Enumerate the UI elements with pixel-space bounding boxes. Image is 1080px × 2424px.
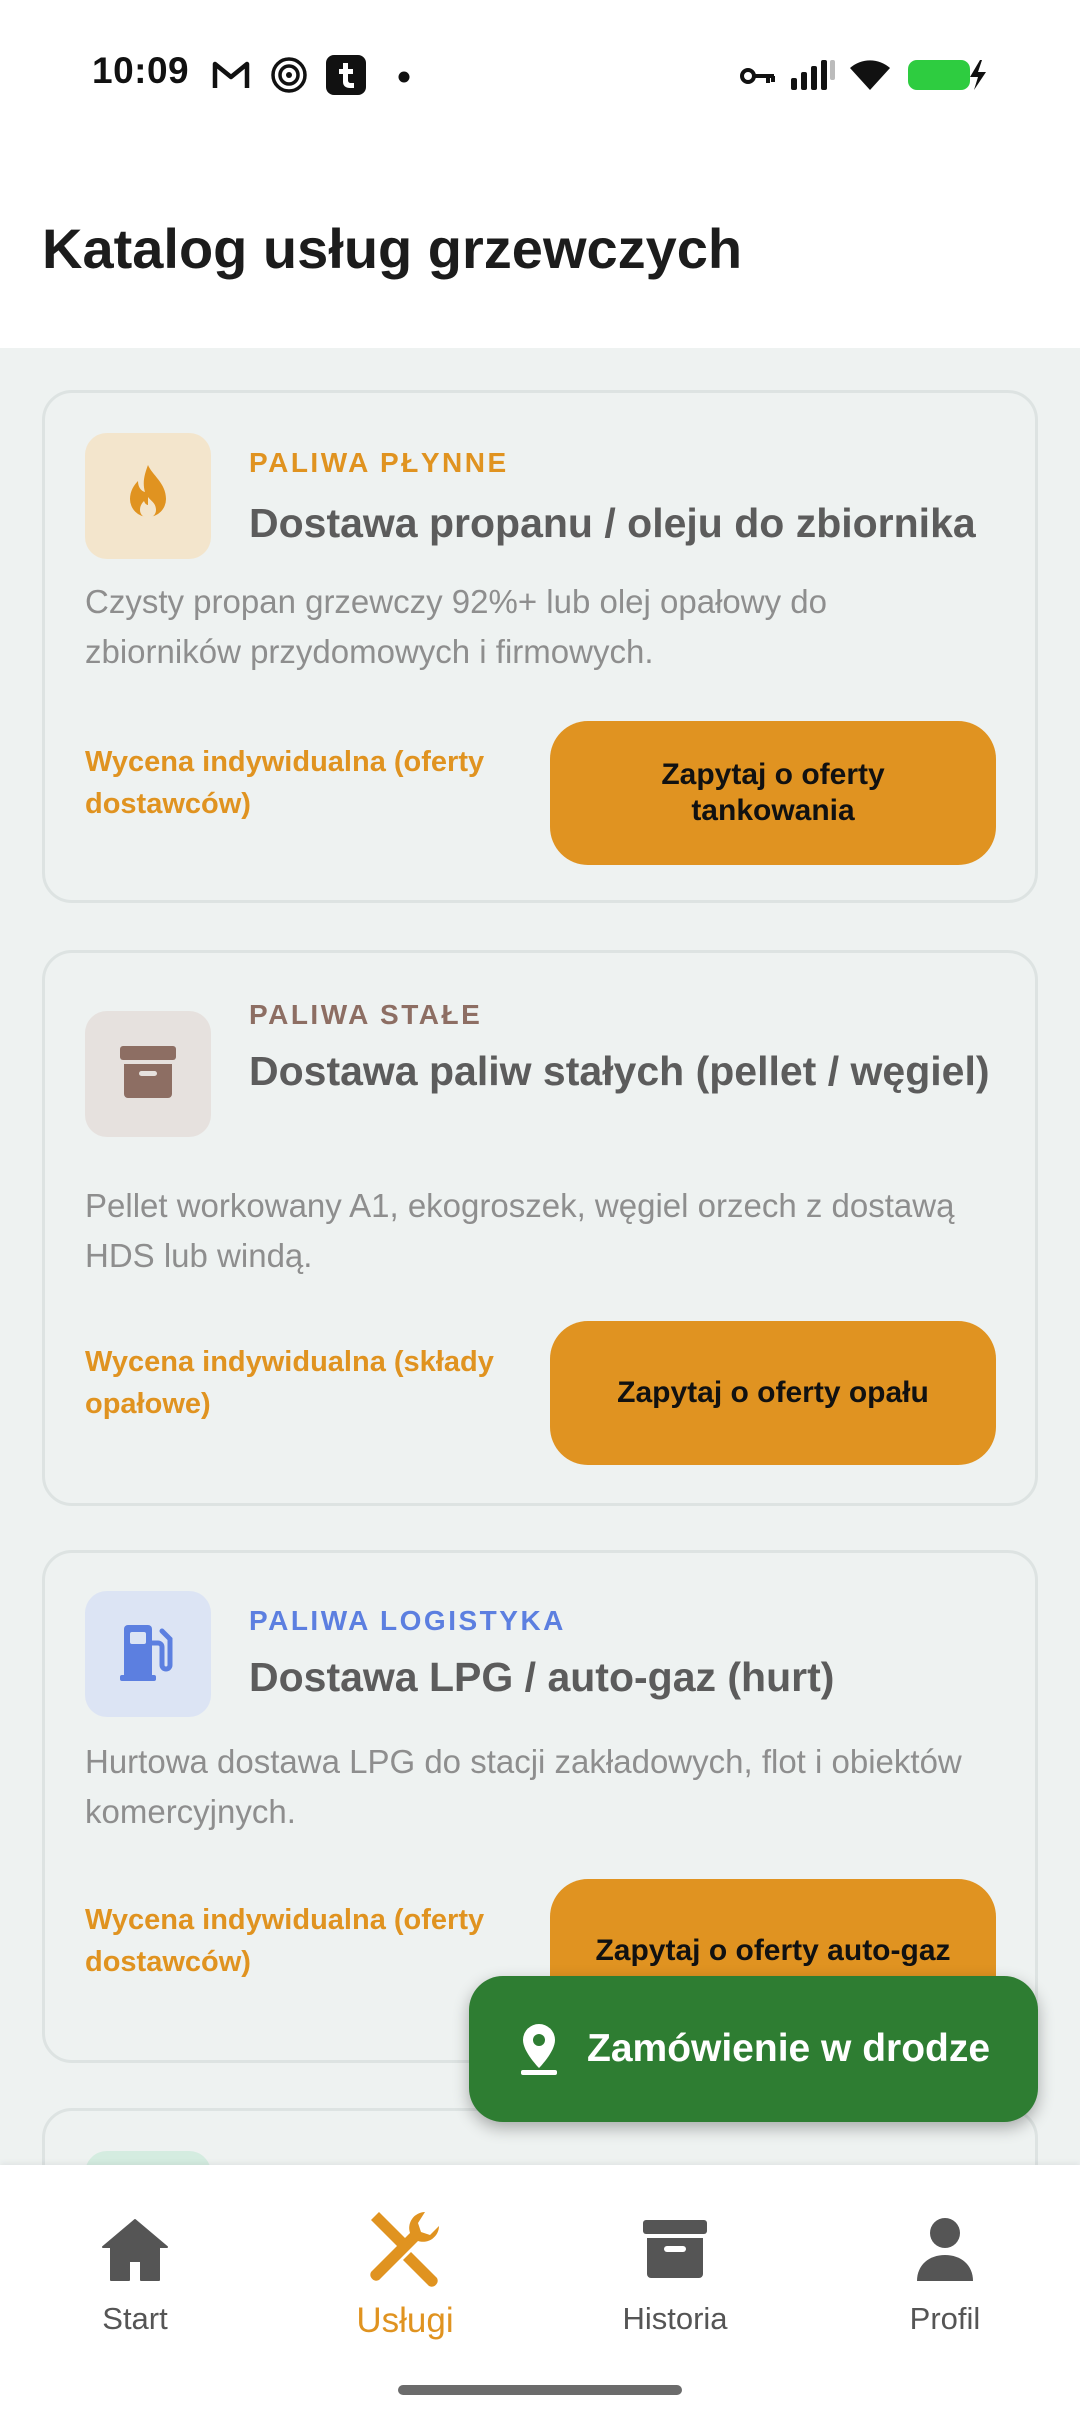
notification-dot-icon [398,70,410,88]
person-icon [915,2207,975,2293]
card-icon-box [85,1011,211,1137]
service-catalog-list[interactable]: PALIWA PŁYNNE Dostawa propanu / oleju do… [0,348,1080,2165]
card-title: Dostawa LPG / auto-gaz (hurt) [249,1654,835,1700]
nav-label: Start [102,2301,168,2336]
service-card-propane[interactable]: PALIWA PŁYNNE Dostawa propanu / oleju do… [42,390,1038,903]
home-indicator[interactable] [398,2385,682,2395]
card-price: Wycena indywidualna (oferty dostawców) [85,1904,485,1978]
gmail-icon [212,60,250,95]
hotspot-icon [270,56,308,99]
nav-label: Usługi [356,2301,454,2340]
card-icon-box [85,1591,211,1717]
page-title: Katalog usług grzewczych [42,217,743,280]
nav-item-profile[interactable]: Profil [810,2165,1080,2365]
nav-item-history[interactable]: Historia [540,2165,810,2365]
card-icon-box [85,2151,211,2165]
card-price: Wycena indywidualna (składy opałowe) [85,1346,494,1420]
vpn-key-icon [740,64,776,93]
ask-fuel-offers-button[interactable]: Zapytaj o oferty opału [550,1321,996,1465]
status-time: 10:09 [92,50,190,91]
ask-refuel-offers-button[interactable]: Zapytaj o oferty tankowania [550,721,996,865]
status-bar: 10:09 [0,0,1080,150]
battery-charging-icon [906,58,990,97]
tools-icon [363,2207,447,2293]
app-header: Katalog usług grzewczych [0,150,1080,348]
card-title: Dostawa paliw stałych (pellet / węgiel) [249,1048,990,1094]
card-description: Hurtowa dostawa LPG do stacji zakładowyc… [85,1743,962,1830]
nav-item-start[interactable]: Start [0,2165,270,2365]
nav-label: Profil [909,2301,981,2336]
fab-label: Zamówienie w drodze [587,2027,991,2070]
nav-label: Historia [622,2301,728,2336]
card-icon-box [85,433,211,559]
card-category: PALIWA LOGISTYKA [249,1605,566,1636]
tumblr-icon [325,54,367,101]
home-icon [100,2207,170,2293]
card-title: Dostawa propanu / oleju do zbiornika [249,500,976,546]
signal-icon [790,58,836,97]
flame-icon [121,463,175,530]
card-category: PALIWA PŁYNNE [249,447,509,478]
order-in-transit-button[interactable]: Zamówienie w drodze [469,1976,1038,2122]
archive-box-icon [118,1044,178,1105]
card-category: PALIWA STAŁE [249,999,483,1030]
wifi-icon [848,56,892,97]
nav-item-services[interactable]: Usługi [270,2165,540,2365]
service-card-solid-fuel[interactable]: PALIWA STAŁE Dostawa paliw stałych (pell… [42,950,1038,1506]
fuel-pump-icon [120,1623,176,1686]
location-pin-icon [519,2022,559,2076]
card-description: Pellet workowany A1, ekogroszek, węgiel … [85,1187,955,1274]
card-price: Wycena indywidualna (oferty dostawców) [85,746,485,820]
card-description: Czysty propan grzewczy 92%+ lub olej opa… [85,583,827,670]
archive-icon [642,2207,708,2293]
